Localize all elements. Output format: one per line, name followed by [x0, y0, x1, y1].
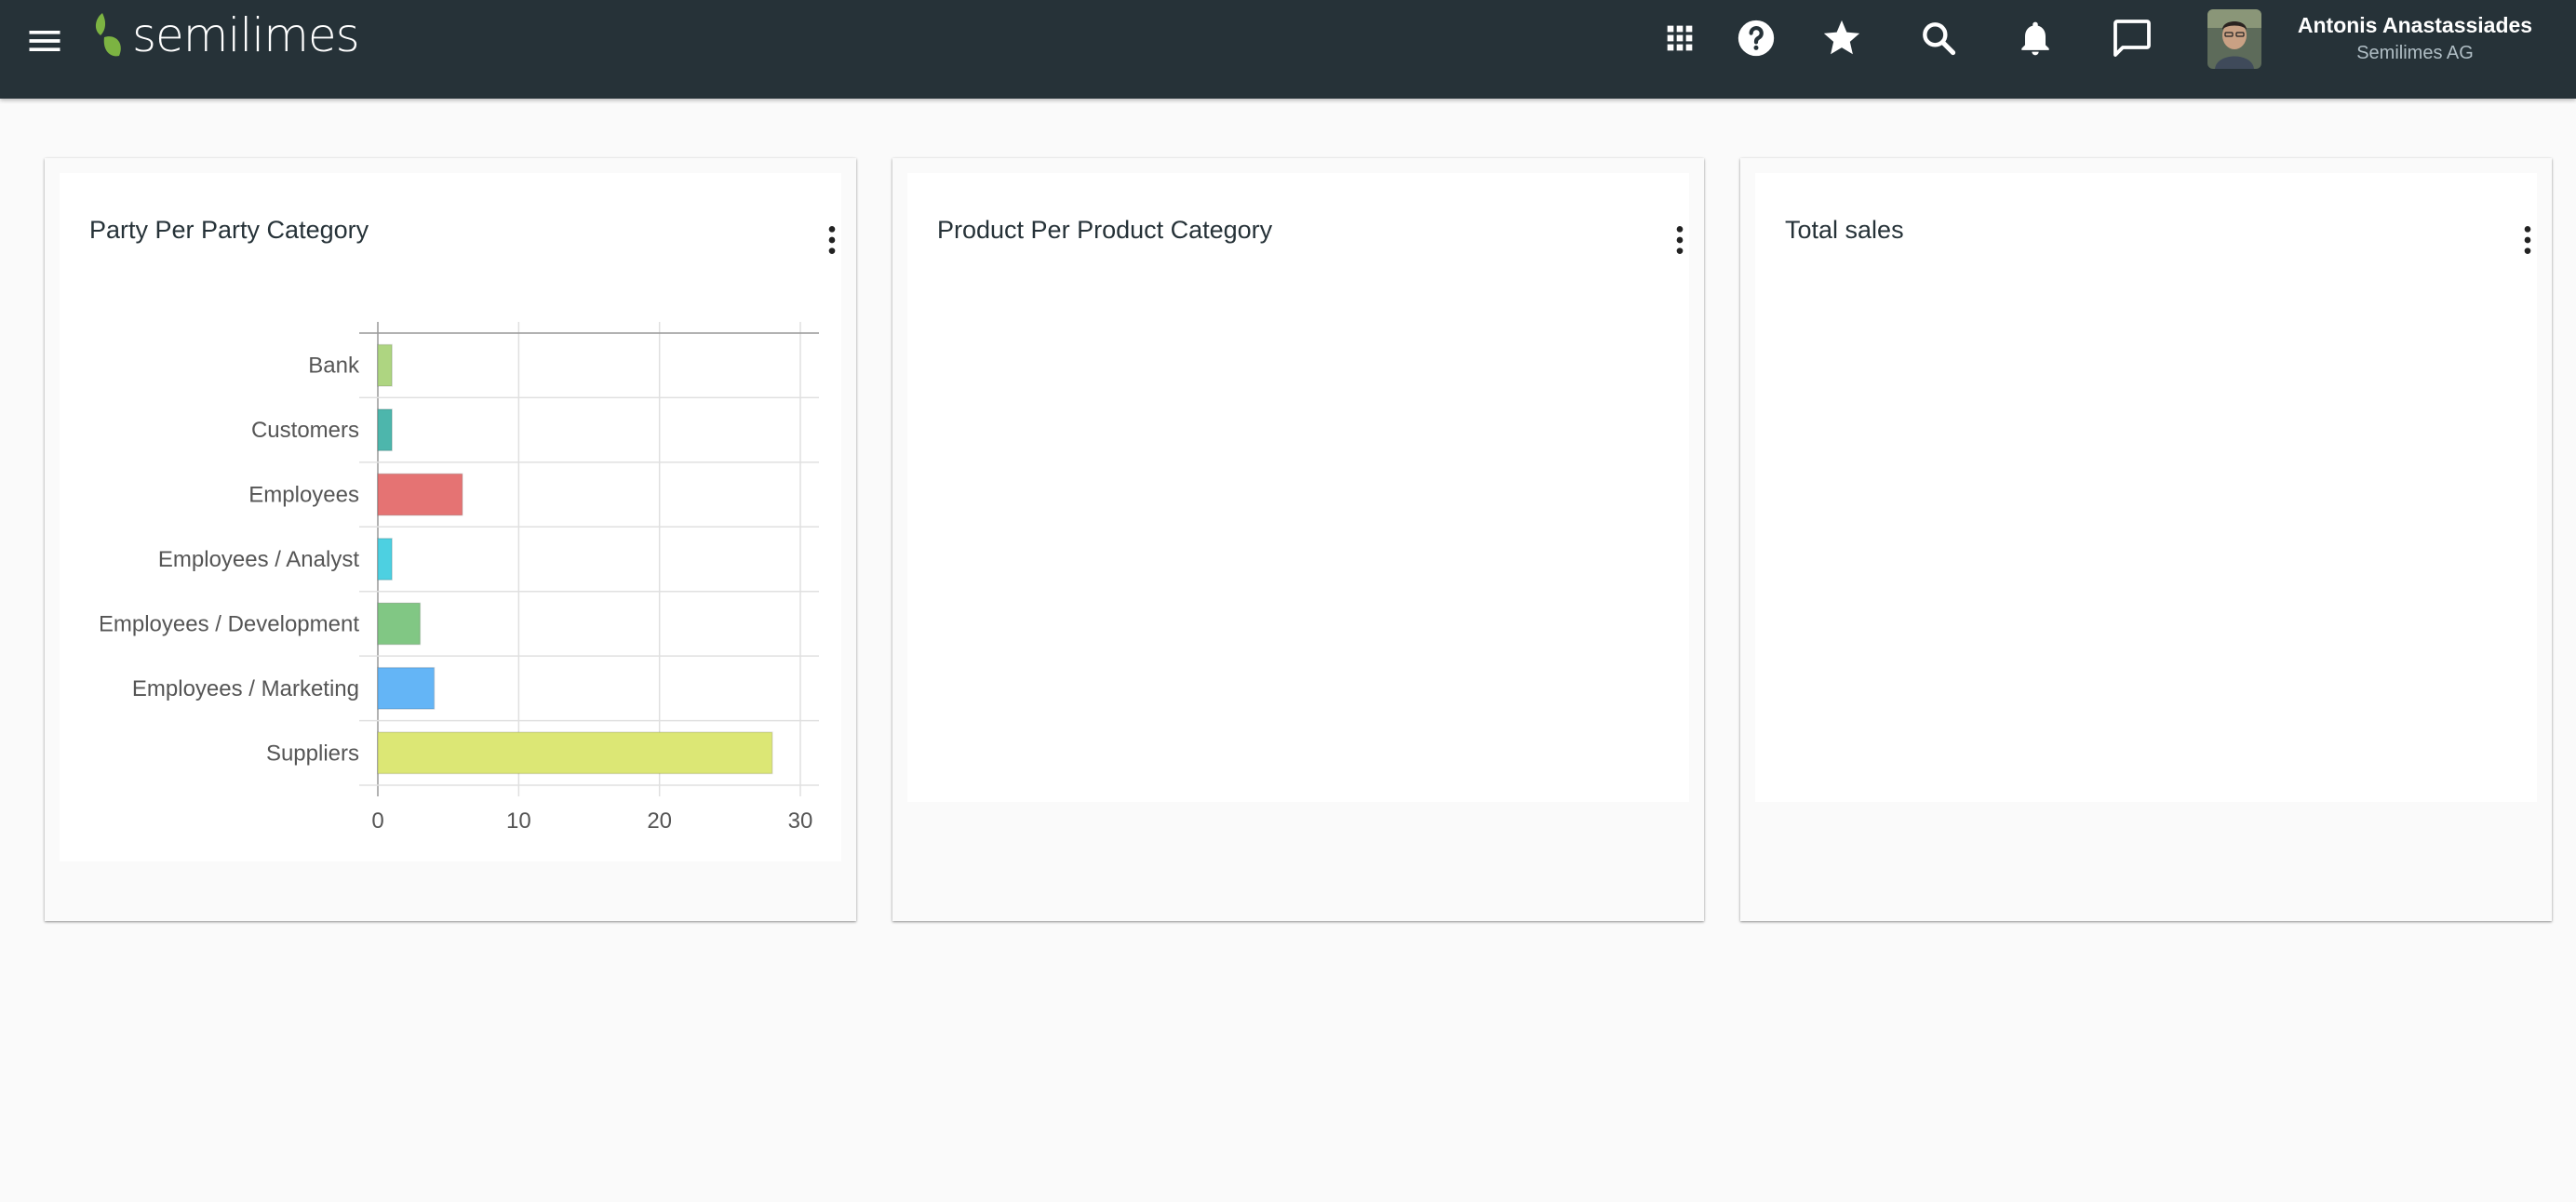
help-button[interactable] [1733, 15, 1779, 61]
apps-grid-icon [1667, 25, 1693, 51]
user-company: Semilimes AG [2356, 43, 2474, 63]
more-vert-icon [1676, 226, 1684, 254]
card-content [907, 173, 1689, 802]
card-title: Total sales [1785, 216, 1904, 244]
card-options-button[interactable] [1654, 214, 1706, 266]
category-label: Employees / Development [101, 611, 359, 636]
x-tick-label: 30 [788, 808, 813, 834]
more-vert-icon [828, 226, 836, 254]
bar-employees [377, 473, 463, 516]
menu-icon [29, 31, 60, 51]
star-icon [1823, 20, 1860, 55]
avatar-photo-icon [2207, 9, 2261, 69]
category-label: Employees [248, 483, 359, 508]
chat-icon [2113, 20, 2151, 57]
bell-icon [2021, 21, 2049, 56]
card-content [1755, 173, 2537, 802]
bar-suppliers [377, 731, 773, 775]
x-tick-label: 10 [506, 808, 531, 834]
bar-employees-marketing [377, 666, 436, 710]
bar-chart: Bank Customers Employees Employees / Analys… [99, 322, 819, 834]
category-label: Customers [251, 418, 359, 443]
messages-button[interactable] [2109, 15, 2155, 61]
dashboard-card-total-sales: Total sales [1740, 158, 2552, 921]
more-vert-icon [2524, 226, 2531, 254]
category-label: Suppliers [266, 741, 359, 766]
search-icon [1923, 22, 1956, 56]
logo-leaf-icon [95, 13, 121, 57]
party-category-chart: Bank Customers Employees Employees / Analys… [99, 316, 864, 875]
apps-button[interactable] [1657, 15, 1703, 61]
card-options-button[interactable] [806, 214, 858, 266]
dashboard-card-product-category: Product Per Product Category [892, 158, 1704, 921]
notifications-button[interactable] [2012, 15, 2059, 61]
category-label: Employees / Analyst [158, 547, 359, 572]
user-name[interactable]: Antonis Anastassiades [2261, 13, 2569, 38]
x-tick-label: 0 [371, 808, 383, 834]
x-tick-label: 20 [647, 808, 672, 834]
category-label: Bank [308, 354, 360, 379]
bar-bank [377, 343, 393, 387]
favorites-button[interactable] [1818, 15, 1865, 61]
card-title: Party Per Party Category [89, 216, 369, 244]
top-app-bar: semilimes Antonis Anastassiades Semilime… [0, 0, 2576, 99]
bar-employees-development [377, 602, 422, 646]
dashboard-card-party-category: Party Per Party Category Bank Customers Em… [45, 158, 856, 921]
card-options-button[interactable] [2502, 214, 2554, 266]
semilimes-logo[interactable]: semilimes [91, 7, 360, 63]
category-label: Employees / Marketing [132, 676, 359, 701]
search-button[interactable] [1915, 15, 1962, 61]
user-avatar[interactable] [2207, 9, 2261, 69]
card-title: Product Per Product Category [937, 216, 1273, 244]
bar-customers [377, 408, 393, 452]
bar-employees-analyst [377, 538, 393, 581]
menu-button[interactable] [24, 20, 65, 61]
help-icon [1737, 20, 1775, 57]
logo-text: semilimes [132, 8, 360, 62]
